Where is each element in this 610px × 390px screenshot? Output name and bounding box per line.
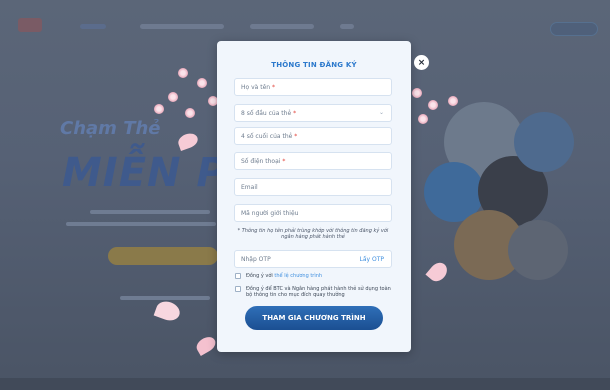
card-last4-field[interactable]: 4 số cuối của thẻ * <box>234 127 392 145</box>
email-label: Email <box>241 184 258 191</box>
agree-rules-row: Đồng ý với thể lệ chương trình <box>235 273 395 281</box>
brand-logo <box>18 18 42 32</box>
footer-strip <box>0 378 610 390</box>
chevron-down-icon: ⌄ <box>378 109 384 116</box>
name-match-note: * Thông tin họ tên phải trùng khớp với t… <box>237 228 389 240</box>
close-icon[interactable]: × <box>414 55 429 70</box>
hero-text-line <box>90 210 210 214</box>
rules-link[interactable]: thể lệ chương trình <box>274 273 322 279</box>
card-first8-select[interactable]: 8 số đầu của thẻ * ⌄ <box>234 104 392 122</box>
otp-placeholder: Nhập OTP <box>241 256 271 263</box>
email-field[interactable]: Email <box>234 178 392 196</box>
required-mark: * <box>294 133 298 140</box>
phone-label: Số điện thoại <box>241 158 281 165</box>
hero-image-collage <box>404 92 584 322</box>
phone-field[interactable]: Số điện thoại * <box>234 152 392 170</box>
required-mark: * <box>272 84 275 91</box>
agree-share-text: Đồng ý để BTC và Ngân hàng phát hành thẻ… <box>246 286 391 298</box>
agree-rules-text: Đồng ý với <box>246 273 273 279</box>
full-name-field[interactable]: Họ và tên * <box>234 78 392 96</box>
registration-modal: THÔNG TIN ĐĂNG KÝ Họ và tên * 8 số đầu c… <box>217 41 411 352</box>
hero-subheadline: Chạm Thẻ <box>60 118 161 139</box>
otp-field[interactable]: Nhập OTP Lấy OTP <box>234 250 392 268</box>
required-mark: * <box>293 110 297 117</box>
agree-share-row: Đồng ý để BTC và Ngân hàng phát hành thẻ… <box>235 286 395 300</box>
card-last4-label: 4 số cuối của thẻ <box>241 133 293 140</box>
nav-item-home[interactable] <box>80 24 106 29</box>
nav-item-2[interactable] <box>140 24 224 29</box>
full-name-label: Họ và tên <box>241 84 271 91</box>
get-otp-link[interactable]: Lấy OTP <box>360 256 384 263</box>
hero-text-line <box>66 222 216 226</box>
join-program-button[interactable]: THAM GIA CHƯƠNG TRÌNH <box>245 306 383 330</box>
hero-cta-button[interactable] <box>108 247 218 265</box>
agree-share-checkbox[interactable] <box>235 286 241 292</box>
modal-title: THÔNG TIN ĐĂNG KÝ <box>271 61 357 69</box>
referral-code-field[interactable]: Mã người giới thiệu <box>234 204 392 222</box>
referral-code-label: Mã người giới thiệu <box>241 210 299 217</box>
hero-text-line <box>120 296 210 300</box>
hero-headline: MIỄN P <box>62 150 227 196</box>
nav-item-4[interactable] <box>340 24 354 29</box>
register-top-button[interactable] <box>550 22 598 36</box>
agree-rules-checkbox[interactable] <box>235 273 241 279</box>
required-mark: * <box>282 158 286 165</box>
nav-item-3[interactable] <box>250 24 314 29</box>
card-first8-label: 8 số đầu của thẻ <box>241 110 292 117</box>
top-nav <box>0 8 610 42</box>
